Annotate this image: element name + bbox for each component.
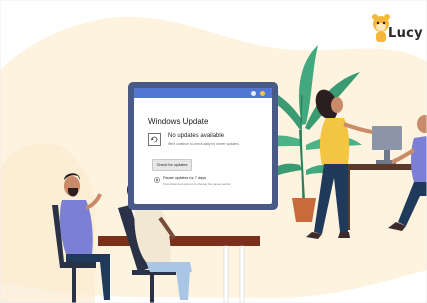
window-title-bar (134, 88, 272, 98)
pause-updates-link[interactable]: Pause updates for 7 days (163, 176, 206, 180)
pause-icon (154, 177, 160, 183)
update-status: No updates available (168, 133, 225, 139)
pause-updates-subtext: Visit Advanced options to change the pau… (163, 182, 231, 186)
brand-logo: Lucy (371, 12, 425, 48)
windows-update-monitor: Windows Update No updates available We'l… (128, 82, 278, 210)
monitor-screen: Windows Update No updates available We'l… (134, 88, 272, 204)
right-monitor (372, 126, 402, 150)
meeting-table (98, 236, 260, 246)
check-for-updates-button[interactable]: Check for updates (152, 159, 192, 171)
window-dot-light (251, 91, 256, 96)
windows-update-title: Windows Update (148, 117, 209, 126)
brand-name: Lucy (388, 26, 423, 41)
update-detail: We'll continue to check daily for newer … (168, 142, 240, 146)
refresh-icon (148, 133, 161, 146)
window-dot-yellow (260, 91, 265, 96)
